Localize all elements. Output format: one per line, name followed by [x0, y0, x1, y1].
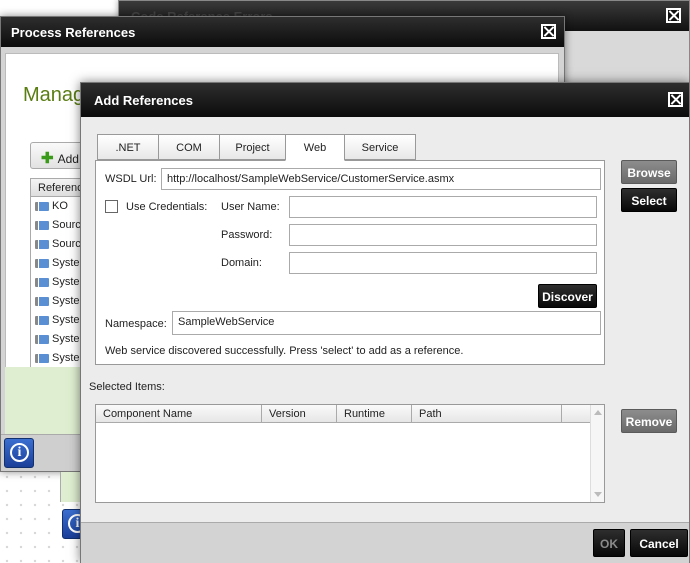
- web-tab-panel: WSDL Url: http://localhost/SampleWebServ…: [95, 160, 605, 365]
- assembly-icon: [35, 315, 49, 325]
- tab-web[interactable]: Web: [285, 134, 345, 161]
- window-titlebar[interactable]: Process References: [1, 17, 564, 47]
- cancel-button[interactable]: Cancel: [630, 529, 688, 557]
- assembly-icon: [35, 201, 49, 211]
- tab-dotnet[interactable]: .NET: [97, 134, 159, 160]
- domain-field[interactable]: [289, 252, 597, 274]
- select-button[interactable]: Select: [621, 188, 677, 212]
- column-path[interactable]: Path: [412, 405, 562, 422]
- info-icon: i: [10, 443, 29, 462]
- window-title: Process References: [11, 25, 136, 40]
- tab-com[interactable]: COM: [158, 134, 220, 160]
- tab-service[interactable]: Service: [344, 134, 416, 160]
- add-references-dialog: Add References .NET COM Project Web Serv…: [80, 82, 690, 563]
- tab-project[interactable]: Project: [219, 134, 286, 160]
- dialog-title: Add References: [94, 93, 193, 108]
- wsdl-url-field[interactable]: http://localhost/SampleWebService/Custom…: [161, 168, 601, 190]
- assembly-icon: [35, 258, 49, 268]
- user-name-label: User Name:: [221, 201, 280, 213]
- use-credentials-label: Use Credentials:: [126, 201, 208, 213]
- browse-button[interactable]: Browse: [621, 160, 677, 184]
- namespace-label: Namespace:: [105, 318, 167, 330]
- user-name-field[interactable]: [289, 196, 597, 218]
- discover-button[interactable]: Discover: [538, 284, 597, 308]
- assembly-icon: [35, 220, 49, 230]
- add-button-label: Add: [57, 152, 79, 166]
- close-icon[interactable]: [541, 24, 556, 39]
- assembly-icon: [35, 277, 49, 287]
- selected-items-table: Component Name Version Runtime Path: [95, 404, 605, 503]
- column-version[interactable]: Version: [262, 405, 337, 422]
- status-message: Web service discovered successfully. Pre…: [105, 345, 464, 357]
- selected-items-label: Selected Items:: [89, 381, 165, 393]
- dialog-footer: OK Cancel: [81, 522, 689, 563]
- assembly-icon: [35, 353, 49, 363]
- close-icon[interactable]: [666, 8, 681, 23]
- page-title: Manag: [23, 84, 85, 106]
- password-field[interactable]: [289, 224, 597, 246]
- hidden-window-panel: [60, 472, 82, 502]
- remove-button[interactable]: Remove: [621, 409, 677, 433]
- namespace-field[interactable]: SampleWebService: [172, 311, 601, 335]
- password-label: Password:: [221, 229, 273, 241]
- column-runtime[interactable]: Runtime: [337, 405, 412, 422]
- column-component-name[interactable]: Component Name: [96, 405, 262, 422]
- close-icon[interactable]: [668, 92, 683, 107]
- vertical-scrollbar[interactable]: [590, 405, 604, 502]
- assembly-icon: [35, 334, 49, 344]
- ok-button[interactable]: OK: [593, 529, 625, 557]
- use-credentials-checkbox[interactable]: [105, 200, 118, 213]
- dialog-titlebar[interactable]: Add References: [81, 83, 689, 117]
- scroll-down-icon[interactable]: [594, 492, 602, 497]
- table-header: Component Name Version Runtime Path: [96, 405, 604, 423]
- scroll-up-icon[interactable]: [594, 410, 602, 415]
- green-panel: [5, 367, 85, 437]
- wsdl-url-label: WSDL Url:: [105, 173, 157, 185]
- plus-icon: ✚: [41, 150, 54, 167]
- info-button[interactable]: i: [4, 438, 34, 468]
- assembly-icon: [35, 239, 49, 249]
- domain-label: Domain:: [221, 257, 262, 269]
- assembly-icon: [35, 296, 49, 306]
